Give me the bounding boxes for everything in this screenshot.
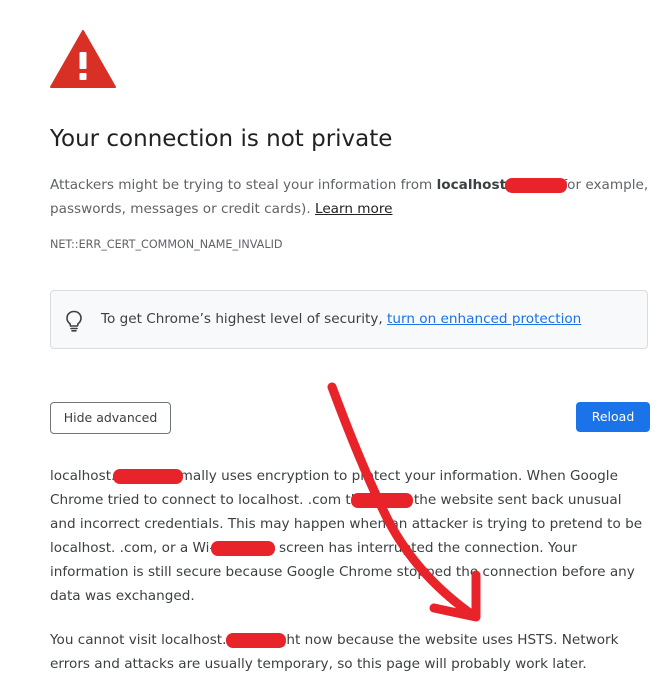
page-title: Your connection is not private [50,126,393,152]
hsts-text: You cannot visit localhost. .com right n… [50,632,619,672]
reload-button[interactable]: Reload [576,402,650,432]
enhanced-protection-label: To get Chrome’s highest level of securit… [101,311,388,327]
hide-advanced-button[interactable]: Hide advanced [50,402,171,434]
enhanced-protection-box: To get Chrome’s highest level of securit… [50,290,648,349]
interstitial-page: Your connection is not private Attackers… [0,0,661,687]
error-code: NET::ERR_CERT_COMMON_NAME_INVALID [50,238,283,251]
lightbulb-icon [66,310,82,332]
advanced-details-text: localhost. .com normally uses encryption… [50,468,643,604]
intro-before-host: Attackers might be trying to steal your … [50,177,437,193]
enhanced-protection-link[interactable]: turn on enhanced protection [387,311,581,327]
enhanced-protection-text: To get Chrome’s highest level of securit… [101,311,581,327]
intro-text: Attackers might be trying to steal your … [50,173,650,221]
learn-more-link[interactable]: Learn more [315,201,393,217]
intro-host: localhost. .com [436,177,553,193]
warning-triangle-icon [50,30,116,88]
